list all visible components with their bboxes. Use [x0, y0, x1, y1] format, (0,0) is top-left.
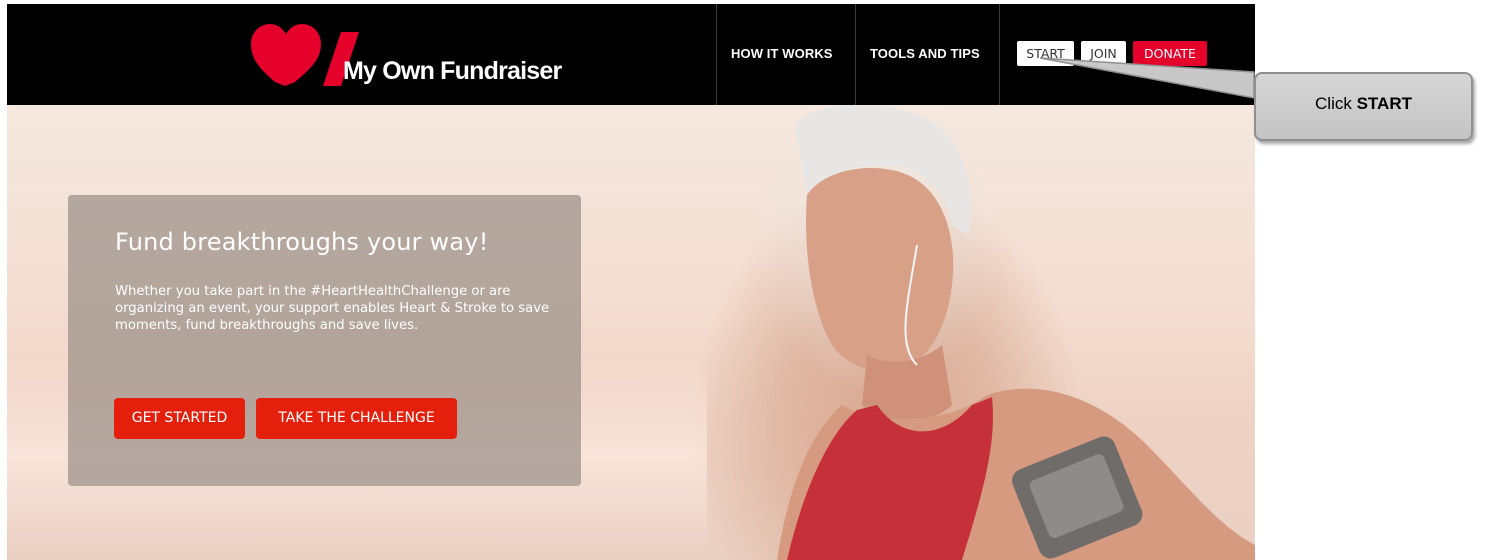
hero-banner: Fund breakthroughs your way! Whether you…	[7, 105, 1255, 560]
nav-divider	[999, 4, 1000, 105]
get-started-button[interactable]: GET STARTED	[114, 398, 245, 439]
runner-photo	[777, 105, 1255, 560]
hero-body: Whether you take part in the #HeartHealt…	[115, 284, 550, 333]
callout-text: Click START	[1256, 94, 1471, 114]
instruction-callout: Click START	[1254, 72, 1473, 141]
nav-divider	[855, 4, 856, 105]
callout-target: START	[1356, 94, 1412, 113]
site-logo-text: My Own Fundraiser	[343, 57, 562, 85]
take-the-challenge-button[interactable]: TAKE THE CHALLENGE	[256, 398, 457, 439]
hero-card: Fund breakthroughs your way! Whether you…	[68, 195, 581, 486]
nav-tools-and-tips[interactable]: TOOLS AND TIPS	[870, 46, 980, 61]
callout-prefix: Click	[1315, 94, 1357, 113]
callout-pointer	[1040, 57, 1255, 99]
nav-how-it-works[interactable]: HOW IT WORKS	[731, 46, 833, 61]
hero-title: Fund breakthroughs your way!	[115, 228, 489, 256]
nav-divider	[716, 4, 717, 105]
